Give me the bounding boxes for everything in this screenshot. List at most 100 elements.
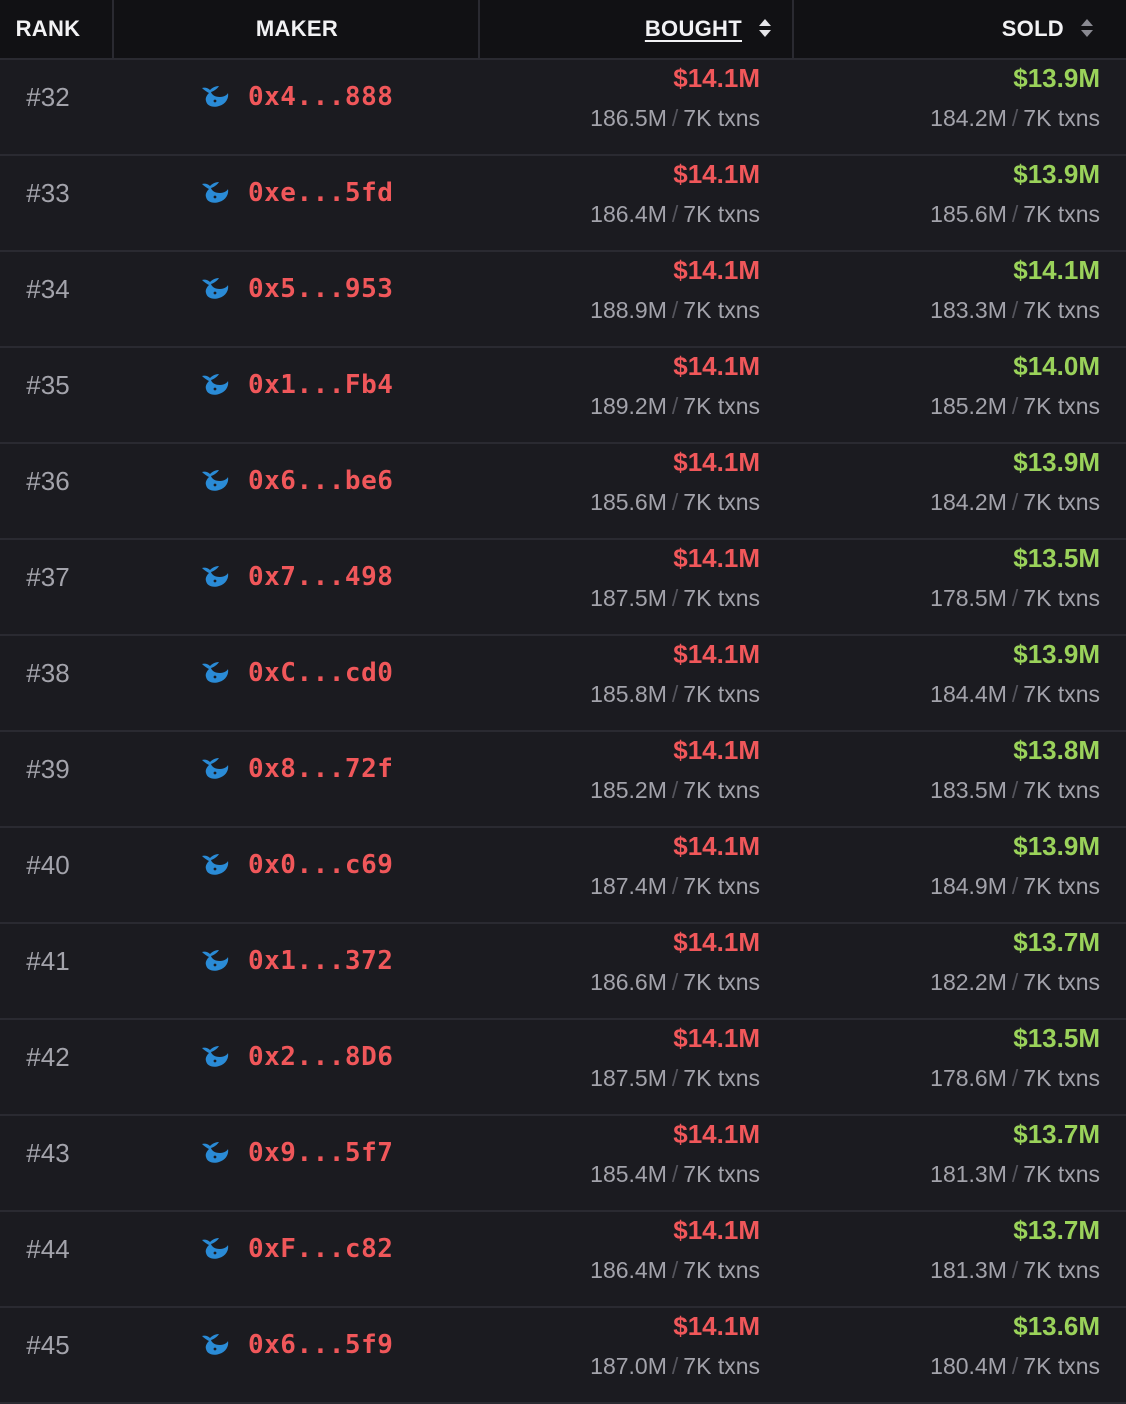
table-row[interactable]: #36 0x6...be6 $14.1M 185.6M/7K txns $13.…: [0, 444, 1126, 540]
whale-icon: [202, 182, 229, 203]
column-header-bought-label[interactable]: BOUGHT: [645, 16, 742, 41]
table-body: #32 0x4...888 $14.1M 186.5M/7K txns $13.…: [0, 60, 1126, 1404]
table-row[interactable]: #45 0x6...5f9 $14.1M 187.0M/7K txns $13.…: [0, 1308, 1126, 1404]
bought-amount: $14.1M: [673, 639, 760, 669]
bought-txns-count: 7K: [683, 489, 712, 515]
sold-cell: $14.1M 183.3M/7K txns: [794, 252, 1100, 328]
bought-amount: $14.1M: [673, 1119, 760, 1149]
maker-address[interactable]: 0xC...cd0: [248, 658, 393, 688]
maker-address[interactable]: 0x1...Fb4: [248, 370, 393, 400]
separator: /: [671, 1353, 679, 1379]
bought-amount: $14.1M: [673, 543, 760, 573]
sold-detail: 185.6M/7K txns: [794, 196, 1100, 232]
maker-address[interactable]: 0x1...372: [248, 946, 393, 976]
txns-label: txns: [717, 1161, 760, 1187]
maker-cell[interactable]: 0x2...8D6: [200, 1020, 393, 1094]
bought-detail: 185.8M/7K txns: [480, 676, 760, 712]
bought-detail: 186.5M/7K txns: [480, 100, 760, 136]
sold-tokens: 184.4M: [930, 681, 1007, 707]
table-row[interactable]: #37 0x7...498 $14.1M 187.5M/7K txns $13.…: [0, 540, 1126, 636]
maker-cell[interactable]: 0xe...5fd: [200, 156, 393, 230]
bought-txns-count: 7K: [683, 105, 712, 131]
rank-cell: #35: [26, 370, 70, 400]
bought-cell: $14.1M 185.6M/7K txns: [480, 444, 760, 520]
maker-address[interactable]: 0x0...c69: [248, 850, 393, 880]
table-row[interactable]: #40 0x0...c69 $14.1M 187.4M/7K txns $13.…: [0, 828, 1126, 924]
column-header-rank: RANK: [15, 16, 81, 41]
column-header-sold[interactable]: SOLD: [794, 0, 1094, 58]
txns-label: txns: [717, 105, 760, 131]
table-row[interactable]: #39 0x8...72f $14.1M 185.2M/7K txns $13.…: [0, 732, 1126, 828]
bought-txns-count: 7K: [683, 393, 712, 419]
txns-label: txns: [1057, 393, 1100, 419]
txns-label: txns: [717, 585, 760, 611]
sold-txns-count: 7K: [1023, 105, 1052, 131]
separator: /: [1011, 1161, 1019, 1187]
sold-detail: 183.5M/7K txns: [794, 772, 1100, 808]
maker-cell[interactable]: 0x1...Fb4: [200, 348, 393, 422]
bought-tokens: 189.2M: [590, 393, 667, 419]
separator: /: [1011, 681, 1019, 707]
bought-detail: 186.4M/7K txns: [480, 1252, 760, 1288]
maker-address[interactable]: 0xe...5fd: [248, 178, 393, 208]
table-row[interactable]: #35 0x1...Fb4 $14.1M 189.2M/7K txns $14.…: [0, 348, 1126, 444]
maker-address[interactable]: 0x6...5f9: [248, 1330, 393, 1360]
maker-cell[interactable]: 0x6...5f9: [200, 1308, 393, 1382]
maker-cell[interactable]: 0x6...be6: [200, 444, 393, 518]
bought-cell: $14.1M 185.4M/7K txns: [480, 1116, 760, 1192]
rank-cell: #43: [26, 1138, 70, 1168]
separator: /: [671, 105, 679, 131]
sold-cell: $13.5M 178.5M/7K txns: [794, 540, 1100, 616]
column-header-sold-label[interactable]: SOLD: [1002, 16, 1064, 41]
bought-cell: $14.1M 186.4M/7K txns: [480, 1212, 760, 1288]
bought-detail: 185.2M/7K txns: [480, 772, 760, 808]
sort-icon[interactable]: [758, 17, 772, 39]
sold-amount: $13.6M: [1013, 1311, 1100, 1341]
maker-address[interactable]: 0x2...8D6: [248, 1042, 393, 1072]
column-header-bought[interactable]: BOUGHT: [480, 0, 772, 58]
maker-address[interactable]: 0x9...5f7: [248, 1138, 393, 1168]
maker-cell[interactable]: 0xC...cd0: [200, 636, 393, 710]
bought-txns-count: 7K: [683, 969, 712, 995]
whale-icon: [202, 470, 229, 491]
maker-address[interactable]: 0xF...c82: [248, 1234, 393, 1264]
maker-cell[interactable]: 0x9...5f7: [200, 1116, 393, 1190]
table-row[interactable]: #43 0x9...5f7 $14.1M 185.4M/7K txns $13.…: [0, 1116, 1126, 1212]
bought-detail: 187.5M/7K txns: [480, 1060, 760, 1096]
table-row[interactable]: #34 0x5...953 $14.1M 188.9M/7K txns $14.…: [0, 252, 1126, 348]
sold-amount: $13.8M: [1013, 735, 1100, 765]
txns-label: txns: [1057, 297, 1100, 323]
maker-cell[interactable]: 0x8...72f: [200, 732, 393, 806]
maker-cell[interactable]: 0x5...953: [200, 252, 393, 326]
maker-cell[interactable]: 0x0...c69: [200, 828, 393, 902]
maker-cell[interactable]: 0x1...372: [200, 924, 393, 998]
bought-txns-count: 7K: [683, 585, 712, 611]
table-row[interactable]: #32 0x4...888 $14.1M 186.5M/7K txns $13.…: [0, 60, 1126, 156]
sold-tokens: 178.5M: [930, 585, 1007, 611]
bought-amount: $14.1M: [673, 159, 760, 189]
table-row[interactable]: #42 0x2...8D6 $14.1M 187.5M/7K txns $13.…: [0, 1020, 1126, 1116]
rank-cell: #42: [26, 1042, 70, 1072]
maker-address[interactable]: 0x5...953: [248, 274, 393, 304]
maker-address[interactable]: 0x6...be6: [248, 466, 393, 496]
bought-amount: $14.1M: [673, 63, 760, 93]
txns-label: txns: [717, 489, 760, 515]
table-row[interactable]: #33 0xe...5fd $14.1M 186.4M/7K txns $13.…: [0, 156, 1126, 252]
separator: /: [1011, 105, 1019, 131]
table-row[interactable]: #38 0xC...cd0 $14.1M 185.8M/7K txns $13.…: [0, 636, 1126, 732]
maker-cell[interactable]: 0x7...498: [200, 540, 393, 614]
whale-icon: [202, 1334, 229, 1355]
bought-detail: 188.9M/7K txns: [480, 292, 760, 328]
maker-address[interactable]: 0x4...888: [248, 82, 393, 112]
bought-tokens: 187.4M: [590, 873, 667, 899]
sold-txns-count: 7K: [1023, 777, 1052, 803]
sold-detail: 182.2M/7K txns: [794, 964, 1100, 1000]
txns-label: txns: [1057, 585, 1100, 611]
table-row[interactable]: #44 0xF...c82 $14.1M 186.4M/7K txns $13.…: [0, 1212, 1126, 1308]
maker-cell[interactable]: 0x4...888: [200, 60, 393, 134]
maker-address[interactable]: 0x8...72f: [248, 754, 393, 784]
sort-icon[interactable]: [1080, 17, 1094, 39]
maker-cell[interactable]: 0xF...c82: [200, 1212, 393, 1286]
maker-address[interactable]: 0x7...498: [248, 562, 393, 592]
table-row[interactable]: #41 0x1...372 $14.1M 186.6M/7K txns $13.…: [0, 924, 1126, 1020]
